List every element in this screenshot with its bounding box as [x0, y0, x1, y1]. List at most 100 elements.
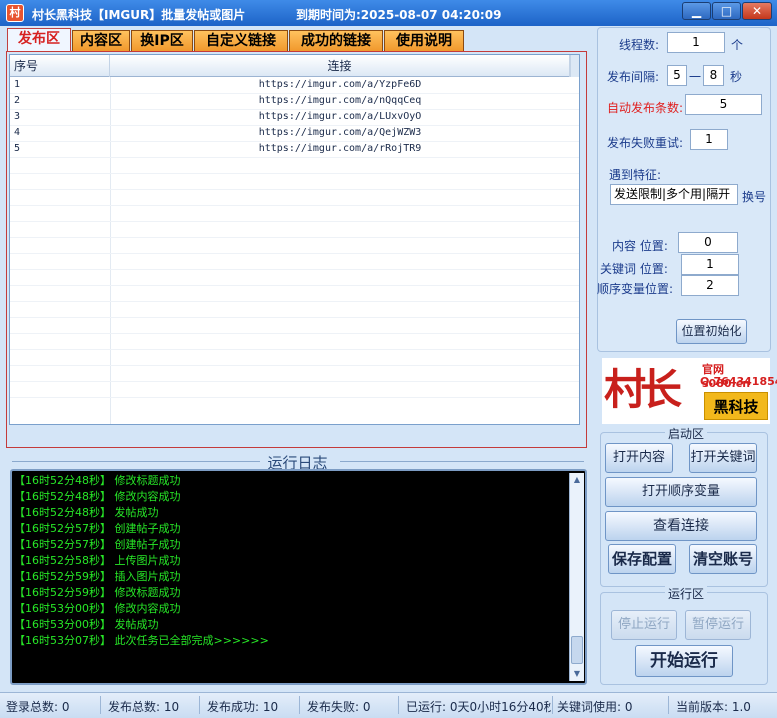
log-line: 【16时52分48秒】 发帖成功	[14, 506, 159, 519]
content-pos-input[interactable]: 0	[678, 232, 738, 253]
content-pos-label: 内容 位置:	[612, 239, 668, 253]
reset-position-button[interactable]: 位置初始化	[676, 319, 747, 344]
view-links-button[interactable]: 查看连接	[605, 511, 757, 541]
order-pos-input[interactable]: 2	[681, 275, 739, 296]
table-header: 序号 连接	[10, 55, 579, 77]
table-row[interactable]: 3 https://imgur.com/a/LUxvOyO	[10, 110, 579, 126]
interval-unit: 秒	[730, 70, 743, 84]
log-line: 【16时52分48秒】 修改标题成功	[14, 474, 181, 487]
empty-row	[10, 382, 579, 398]
log-title: 运行日志	[267, 454, 328, 472]
log-line: 【16时53分00秒】 修改内容成功	[14, 602, 181, 615]
tab-custom-links[interactable]: 自定义链接	[194, 30, 288, 52]
empty-row	[10, 302, 579, 318]
row-number: 2	[14, 95, 21, 106]
scroll-up-icon[interactable]: ▲	[570, 473, 584, 487]
empty-row	[10, 350, 579, 366]
row-number: 1	[14, 79, 21, 90]
scroll-thumb[interactable]	[571, 636, 583, 664]
empty-row	[10, 158, 579, 174]
log-line: 【16时53分07秒】 此次任务已全部完成>>>>>>	[14, 634, 269, 647]
log-output[interactable]: 【16时52分48秒】 修改标题成功 【16时52分48秒】 修改内容成功 【1…	[14, 473, 569, 681]
close-button[interactable]: ✕	[742, 2, 772, 20]
logo-qq: Q.764341854	[700, 375, 777, 388]
tab-help[interactable]: 使用说明	[384, 30, 464, 52]
start-group-title: 启动区	[665, 425, 708, 442]
open-content-button[interactable]: 打开内容	[605, 443, 673, 473]
pause-button[interactable]: 暂停运行	[685, 610, 751, 640]
app-icon: 村	[6, 4, 24, 22]
interval-min-input[interactable]: 5	[667, 65, 687, 86]
auto-count-input[interactable]: 5	[685, 94, 762, 115]
auto-count-label: 自动发布条数:	[607, 101, 684, 115]
threads-label: 线程数:	[619, 38, 660, 52]
maximize-button[interactable]: □	[712, 2, 741, 20]
status-divider	[398, 696, 399, 714]
open-order-variable-button[interactable]: 打开顺序变量	[605, 477, 757, 507]
empty-row	[10, 238, 579, 254]
log-line: 【16时52分57秒】 创建帖子成功	[14, 522, 181, 535]
interval-separator: 一	[689, 70, 702, 84]
empty-row	[10, 318, 579, 334]
log-line: 【16时52分59秒】 修改标题成功	[14, 586, 181, 599]
table-row[interactable]: 1 https://imgur.com/a/YzpFe6D	[10, 78, 579, 94]
row-number: 3	[14, 111, 21, 122]
status-login-total: 登录总数: 0	[6, 700, 70, 714]
row-number: 5	[14, 143, 21, 154]
interval-max-input[interactable]: 8	[703, 65, 724, 86]
keyword-pos-label: 关键词 位置:	[600, 262, 668, 276]
retry-input[interactable]: 1	[690, 129, 728, 150]
switch-account-link[interactable]: 换号	[742, 188, 766, 205]
minimize-button[interactable]: ▁	[682, 2, 711, 20]
status-post-total: 发布总数: 10	[108, 700, 180, 714]
table-row[interactable]: 5 https://imgur.com/a/rRojTR9	[10, 142, 579, 158]
status-elapsed: 已运行: 0天0小时16分40秒	[406, 700, 551, 714]
row-number: 4	[14, 127, 21, 138]
status-bar: 登录总数: 0 发布总数: 10 发布成功: 10 发布失败: 0 已运行: 0…	[0, 692, 777, 718]
empty-row	[10, 222, 579, 238]
log-line: 【16时52分58秒】 上传图片成功	[14, 554, 181, 567]
keyword-pos-input[interactable]: 1	[681, 254, 739, 275]
status-divider	[199, 696, 200, 714]
scroll-down-icon[interactable]: ▼	[570, 667, 584, 681]
empty-row	[10, 206, 579, 222]
table-row[interactable]: 2 https://imgur.com/a/nQqqCeq	[10, 94, 579, 110]
log-line: 【16时52分59秒】 插入图片成功	[14, 570, 181, 583]
threads-input[interactable]: 1	[667, 32, 725, 53]
title-bar: 村 村长黑科技【IMGUR】批量发帖或图片 到期时间为:2025-08-07 0…	[0, 0, 777, 26]
feature-input[interactable]: 发送限制|多个用|隔开	[610, 184, 738, 205]
tab-content[interactable]: 内容区	[72, 30, 130, 52]
log-scrollbar[interactable]: ▲ ▼	[569, 473, 584, 681]
status-divider	[100, 696, 101, 714]
log-line: 【16时52分48秒】 修改内容成功	[14, 490, 181, 503]
row-link: https://imgur.com/a/YzpFe6D	[258, 79, 422, 90]
start-button[interactable]: 开始运行	[635, 645, 733, 677]
expire-time: 到期时间为:2025-08-07 04:20:09	[296, 8, 502, 22]
clear-accounts-button[interactable]: 清空账号	[689, 544, 757, 574]
links-table[interactable]: 序号 连接 1 https://imgur.com/a/YzpFe6D 2 ht…	[9, 54, 580, 425]
status-divider	[299, 696, 300, 714]
logo-glyph: 村长	[604, 365, 682, 414]
status-divider	[668, 696, 669, 714]
header-number[interactable]: 序号	[10, 55, 110, 77]
empty-row	[10, 190, 579, 206]
tab-success-links[interactable]: 成功的链接	[289, 30, 383, 52]
status-post-success: 发布成功: 10	[207, 700, 279, 714]
tab-publish[interactable]: 发布区	[7, 28, 71, 52]
table-row[interactable]: 4 https://imgur.com/a/QejWZW3	[10, 126, 579, 142]
open-keywords-button[interactable]: 打开关键词	[689, 443, 757, 473]
save-config-button[interactable]: 保存配置	[608, 544, 676, 574]
logo-badge: 黑科技	[704, 392, 768, 420]
order-pos-label: 顺序变量位置:	[597, 282, 674, 296]
tab-change-ip[interactable]: 换IP区	[131, 30, 193, 52]
empty-row	[10, 334, 579, 350]
header-scroll-stub	[570, 55, 579, 77]
log-panel: 【16时52分48秒】 修改标题成功 【16时52分48秒】 修改内容成功 【1…	[10, 469, 587, 685]
log-line: 【16时53分00秒】 发帖成功	[14, 618, 159, 631]
retry-label: 发布失败重试:	[607, 136, 684, 150]
stop-button[interactable]: 停止运行	[611, 610, 677, 640]
window-title: 村长黑科技【IMGUR】批量发帖或图片	[32, 8, 246, 22]
header-link[interactable]: 连接	[110, 55, 570, 77]
status-post-fail: 发布失败: 0	[307, 700, 371, 714]
settings-panel: 线程数: 1 个 发布间隔: 5 一 8 秒 自动发布条数: 5 发布失败重试:…	[597, 27, 777, 690]
